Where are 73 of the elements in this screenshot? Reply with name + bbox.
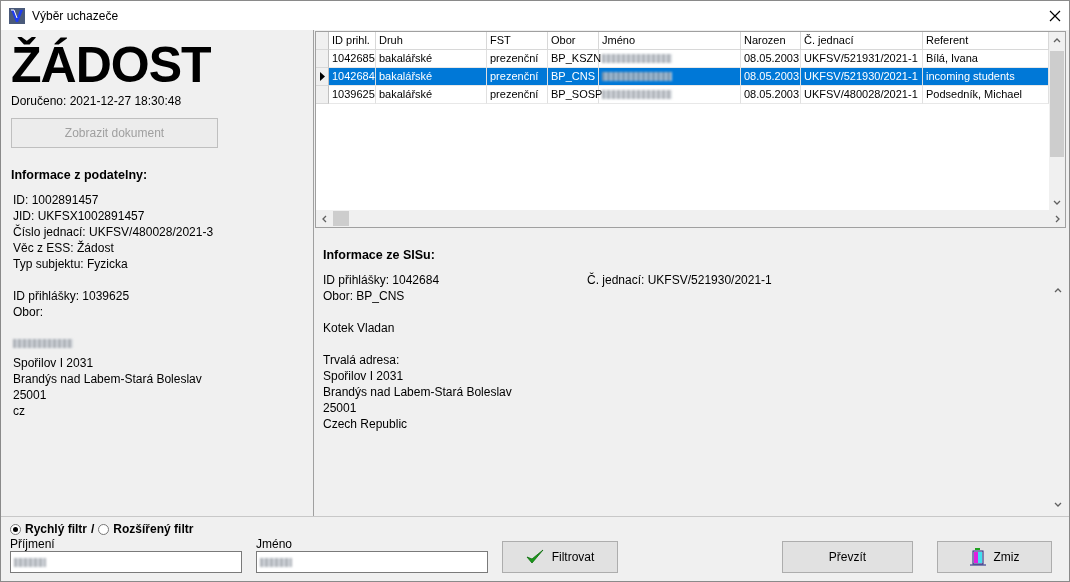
request-heading: ŽÁDOST <box>11 38 212 92</box>
info-line: Trvalá adresa: <box>323 352 401 368</box>
redacted-text <box>260 557 292 567</box>
redacted-text <box>13 339 73 348</box>
filter-mode-label[interactable]: Rychlý filtr <box>25 522 87 536</box>
table-cell: incoming students <box>923 68 1049 86</box>
row-header[interactable] <box>316 68 329 86</box>
filter-mode-radio[interactable] <box>10 523 21 535</box>
filter-mode-radio[interactable] <box>98 523 110 535</box>
delivered-date: Doručeno: 2021-12-27 18:30:48 <box>11 94 183 108</box>
table-cell: UKFSV/480028/2021-1 <box>801 86 923 104</box>
info-line: Brandýs nad Labem-Stará Boleslav <box>13 371 203 387</box>
horizontal-scrollbar[interactable] <box>316 210 1065 227</box>
table-cell: UKFSV/521930/2021-1 <box>801 68 923 86</box>
column-header[interactable]: Obor <box>548 32 599 50</box>
table-cell: 08.05.2003 <box>741 68 801 86</box>
filter-mode-label[interactable]: Rozšířený filtr <box>113 522 194 536</box>
filter-button[interactable]: Filtrovat <box>502 541 618 573</box>
info-line: Brandýs nad Labem-Stará Boleslav <box>323 384 513 400</box>
info-line: JID: UKFSX1002891457 <box>13 208 146 224</box>
info-line: Kotek Vladan <box>323 320 396 336</box>
info-line: Typ subjektu: Fyzicka <box>13 256 129 272</box>
redacted-text <box>602 54 672 63</box>
app-logo-icon <box>9 7 25 24</box>
info-line: Věc z ESS: Žádost <box>13 240 115 256</box>
info-line: ID přihlášky: 1042684 <box>323 272 441 288</box>
checkmark-icon <box>525 549 544 565</box>
door-icon <box>969 548 986 566</box>
info-line: Č. jednací: UKFSV/521930/2021-1 <box>587 272 772 288</box>
redacted-text <box>602 72 672 81</box>
column-header[interactable]: Č. jednací <box>801 32 923 50</box>
table-cell: prezenční <box>487 68 548 86</box>
field-label: Jméno <box>256 537 294 551</box>
info-line: Spořilov I 2031 <box>13 355 95 371</box>
info-line: Spořilov I 2031 <box>323 368 405 384</box>
table-cell: 08.05.2003 <box>741 86 801 104</box>
table-cell: prezenční <box>487 86 548 104</box>
info-line: 25001 <box>323 400 358 416</box>
redacted-text <box>602 90 672 99</box>
column-header[interactable]: FST <box>487 32 548 50</box>
redacted-text <box>14 557 46 567</box>
info-line: cz <box>13 403 26 419</box>
info-line: ID: 1002891457 <box>13 192 100 208</box>
table-cell: bakalářské <box>376 68 487 86</box>
vertical-scrollbar[interactable] <box>1049 32 1065 210</box>
close-icon[interactable] <box>1049 9 1061 22</box>
column-header[interactable]: Druh <box>376 32 487 50</box>
section-title: Informace ze SISu: <box>323 248 436 262</box>
window-title: Výběr uchazeče <box>32 8 120 23</box>
info-line: Czech Republic <box>323 416 409 432</box>
section-title: Informace z podatelny: <box>11 168 149 182</box>
input-field[interactable] <box>256 551 488 573</box>
field-label: Příjmení <box>10 537 56 551</box>
close-button[interactable]: Zmiz <box>937 541 1052 573</box>
column-header[interactable]: Jméno <box>599 32 741 50</box>
info-line: ID přihlášky: 1039625 <box>13 288 131 304</box>
input-field[interactable] <box>10 551 242 573</box>
info-line: 25001 <box>13 387 48 403</box>
column-header[interactable]: Referent <box>923 32 1049 50</box>
table-cell: 1042684 <box>329 68 376 86</box>
info-line: Obor: <box>13 304 44 320</box>
current-row-icon <box>319 72 325 81</box>
table-cell: bakalářské <box>376 86 487 104</box>
separator-text: / <box>91 522 95 536</box>
column-header[interactable]: ID prihl. <box>329 32 376 50</box>
info-line: Číslo jednací: UKFSV/480028/2021-3 <box>13 224 215 240</box>
scrollbar-thumb[interactable] <box>333 211 349 226</box>
column-header[interactable]: Narozen <box>741 32 801 50</box>
table-cell: BP_CNS <box>548 68 599 86</box>
table-corner-header <box>316 32 329 50</box>
take-over-button[interactable]: Převzít <box>782 541 913 573</box>
info-line: Obor: BP_CNS <box>323 288 406 304</box>
table-cell: 1039625 <box>329 86 376 104</box>
